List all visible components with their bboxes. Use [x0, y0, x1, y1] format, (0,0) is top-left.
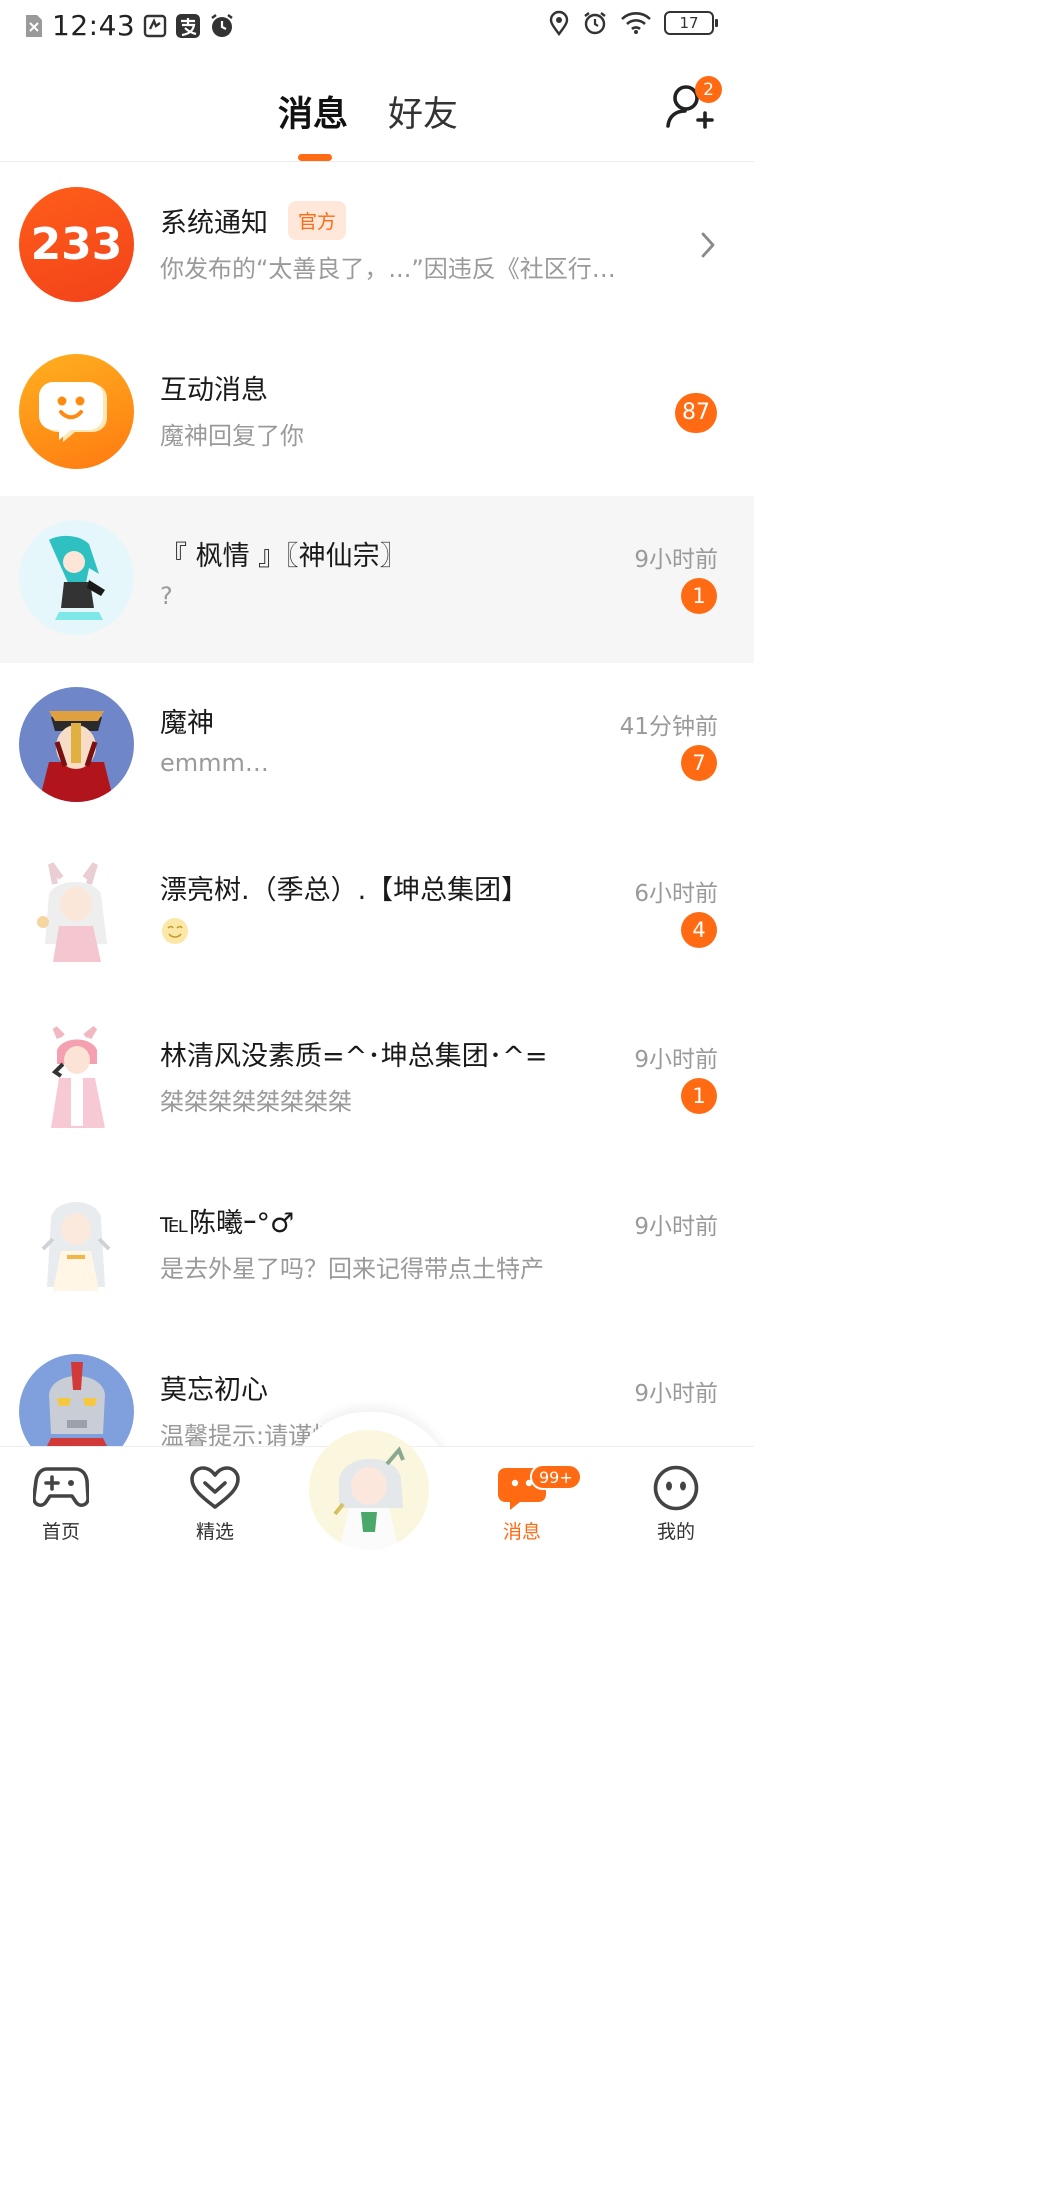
message-preview: 魔神回复了你 [160, 421, 304, 450]
chat-bubble-icon [39, 381, 107, 442]
nav-center-avatar-button[interactable] [309, 1430, 429, 1550]
nav-item-featured[interactable]: 精选 [165, 1465, 265, 1544]
contact-name: 『 枫情 』〖神仙宗〗 [160, 541, 407, 573]
nav-label: 精选 [195, 1521, 234, 1543]
alarm-icon [209, 13, 235, 39]
gamepad-icon [33, 1467, 89, 1507]
chevron-right-icon [700, 231, 716, 263]
contact-name: 漂亮树.（季总）.【坤总集团】 [160, 874, 529, 906]
message-time: 9小时前 [634, 1214, 718, 1241]
battery-level: 17 [679, 14, 699, 32]
user-avatar [19, 853, 134, 969]
message-time: 9小时前 [634, 1047, 718, 1074]
nav-item-home[interactable]: 首页 [11, 1465, 111, 1544]
system-233-avatar: 233 [19, 187, 134, 302]
svg-text:233: 233 [31, 219, 123, 270]
contact-name: 魔神 [160, 708, 214, 740]
status-time: 12:43 [52, 9, 136, 42]
nav-label: 我的 [656, 1521, 695, 1543]
message-preview: 你发布的“太善良了，...”因违反《社区行… [160, 255, 616, 283]
message-item[interactable]: 魔神 emmm… 41分钟前 7 [0, 663, 754, 830]
status-bar-right: 17 [548, 10, 718, 36]
nav-item-mine[interactable]: 我的 [626, 1465, 726, 1544]
message-time: 6小时前 [634, 880, 718, 907]
nav-label: 消息 [502, 1521, 541, 1543]
tab-friends[interactable]: 好友 [388, 86, 458, 137]
message-time: 9小时前 [634, 1380, 718, 1407]
alarm-icon [582, 10, 608, 36]
face-icon [653, 1465, 699, 1511]
location-icon [548, 10, 570, 36]
app-notification-icon [143, 14, 167, 38]
contact-name: 林清风没素质=^･坤总集团･^= [160, 1041, 548, 1073]
alipay-icon [175, 13, 201, 39]
unread-badge: 4 [681, 911, 717, 948]
messages-nav-badge: 99+ [530, 1464, 582, 1490]
no-sim-icon [24, 13, 44, 39]
user-avatar [19, 520, 134, 636]
message-preview: 桀桀桀桀桀桀桀桀 [160, 1088, 352, 1117]
unread-badge: 1 [681, 1078, 717, 1115]
contact-name: 莫忘初心 [160, 1374, 268, 1406]
message-item[interactable]: 『 枫情 』〖神仙宗〗 ? 9小时前 1 [0, 496, 754, 664]
unread-badge: 1 [681, 578, 717, 615]
message-time: 9小时前 [634, 547, 718, 574]
unread-badge: 87 [675, 392, 717, 433]
heart-icon [190, 1466, 240, 1509]
tab-messages[interactable]: 消息 [278, 86, 348, 137]
smile-emoji-icon [162, 917, 188, 944]
message-item-system-notice[interactable]: 233 系统通知 官方 你发布的“太善良了，...”因违反《社区行… [0, 163, 754, 330]
message-item[interactable]: 林清风没素质=^･坤总集团･^= 桀桀桀桀桀桀桀桀 9小时前 1 [0, 996, 754, 1163]
anime-avatar-icon [333, 1446, 405, 1550]
add-friend-badge: 2 [695, 76, 722, 103]
message-time: 41分钟前 [619, 714, 718, 741]
official-tag: 官方 [288, 201, 347, 240]
contact-name: 互动消息 [160, 374, 268, 406]
message-preview [160, 916, 190, 952]
message-preview: ? [160, 582, 173, 611]
message-list: 233 系统通知 官方 你发布的“太善良了，...”因违反《社区行… 互动消息 … [0, 163, 754, 1497]
interaction-avatar [19, 353, 134, 469]
active-tab-indicator [298, 154, 332, 161]
message-item-interactions[interactable]: 互动消息 魔神回复了你 87 [0, 330, 754, 497]
message-item[interactable]: ℡陈曦ｰ°♂ 是去外星了吗？回来记得带点土特产 9小时前 [0, 1163, 754, 1330]
user-avatar [19, 687, 134, 803]
status-bar: 12:43 17 [0, 0, 754, 50]
message-item[interactable]: 漂亮树.（季总）.【坤总集团】 6小时前 4 [0, 830, 754, 997]
user-avatar [19, 1020, 134, 1136]
battery-icon: 17 [664, 11, 718, 35]
message-preview: emmm… [160, 749, 269, 778]
top-tab-bar: 消息 好友 2 [0, 50, 754, 162]
wifi-icon [620, 11, 652, 35]
user-avatar [19, 1187, 134, 1303]
unread-badge: 7 [681, 745, 717, 782]
contact-name: ℡陈曦ｰ°♂ [160, 1208, 295, 1240]
nav-label: 首页 [41, 1521, 80, 1543]
status-bar-left: 12:43 [24, 9, 235, 42]
contact-name: 系统通知 [160, 208, 268, 239]
message-preview: 是去外星了吗？回来记得带点土特产 [160, 1255, 544, 1284]
